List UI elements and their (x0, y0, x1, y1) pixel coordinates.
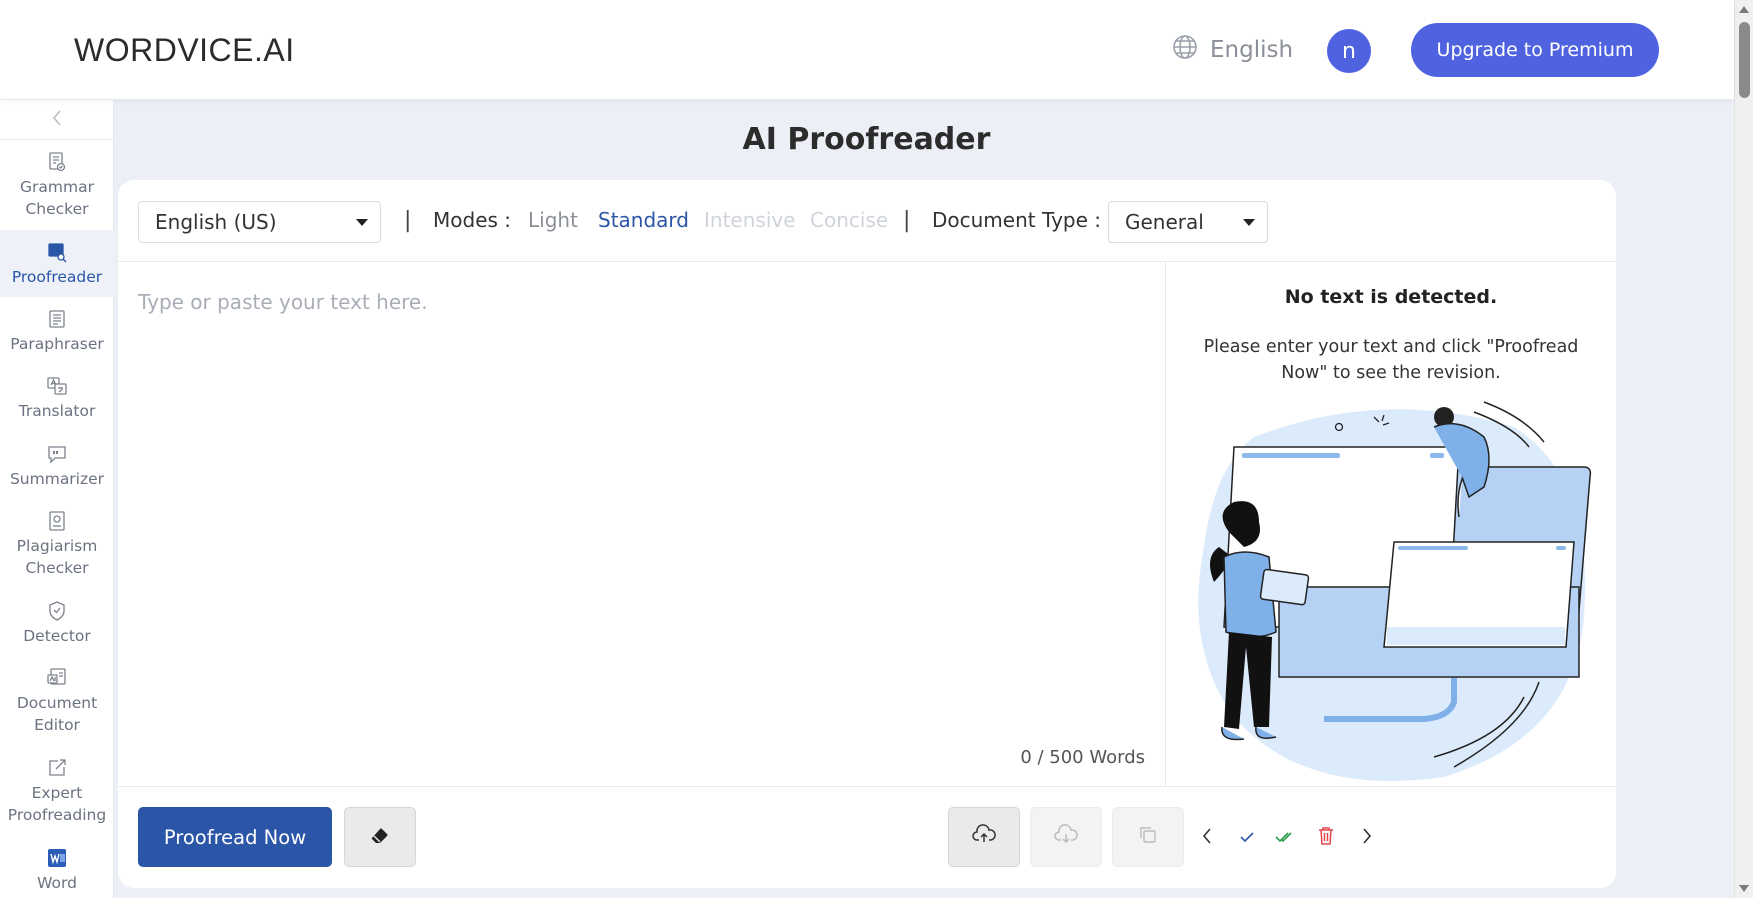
mode-intensive: Intensive (704, 208, 796, 232)
sidebar-collapse-button[interactable] (0, 100, 113, 140)
sidebar-item-translator[interactable]: Translator (0, 364, 114, 432)
proofread-now-button[interactable]: Proofread Now (138, 807, 332, 867)
bottom-action-bar: Proofread Now (118, 786, 1616, 888)
sidebar-item-label: Document (16, 694, 98, 712)
no-text-description: Please enter your text and click "Proofr… (1203, 337, 1579, 383)
paraphraser-icon (45, 307, 69, 331)
document-type-select-value: General (1125, 210, 1204, 234)
detector-icon (45, 599, 69, 623)
sidebar-item-paraphraser[interactable]: Paraphraser (0, 297, 114, 364)
download-file-button (1030, 807, 1102, 867)
mode-light[interactable]: Light (528, 208, 578, 232)
eraser-icon (370, 826, 390, 848)
sidebar: Grammar Checker Proofreader Paraphraser … (0, 100, 114, 898)
translator-icon (45, 374, 69, 398)
options-toolbar: English (US) | Modes : Light Standard In… (118, 180, 1616, 262)
summarizer-icon (45, 442, 69, 466)
revision-panel: No text is detected. Please enter your t… (1166, 262, 1616, 786)
proofreader-icon (45, 240, 69, 264)
trash-icon (1317, 826, 1335, 850)
modes-label: Modes : (433, 208, 512, 232)
language-select-value: English (US) (155, 210, 277, 234)
globe-icon (1172, 34, 1198, 66)
text-input-area[interactable]: Type or paste your text here. 0 / 500 Wo… (118, 262, 1166, 786)
empty-state-illustration (1184, 397, 1594, 786)
sidebar-item-label: Grammar (20, 178, 94, 196)
sidebar-item-label: Paraphraser (10, 335, 104, 353)
sidebar-item-label: Plagiarism (16, 537, 98, 555)
mode-standard[interactable]: Standard (598, 208, 689, 232)
language-switcher[interactable]: English (1172, 34, 1293, 66)
caret-down-icon (1243, 219, 1255, 226)
scroll-up-arrow-icon[interactable] (1739, 6, 1749, 13)
no-text-title: No text is detected. (1284, 286, 1498, 308)
sidebar-item-label: Proofreading (7, 806, 107, 824)
upload-file-button[interactable] (948, 807, 1020, 867)
user-avatar[interactable]: n (1327, 29, 1371, 73)
sidebar-item-word[interactable]: Word (0, 836, 114, 896)
cloud-download-icon (1054, 824, 1078, 850)
sidebar-item-detector[interactable]: Detector (0, 589, 114, 656)
proofreader-card: English (US) | Modes : Light Standard In… (118, 180, 1616, 888)
cloud-upload-icon (972, 824, 996, 850)
sidebar-item-plagiarism-checker[interactable]: Plagiarism Checker (0, 499, 114, 589)
caret-down-icon (356, 219, 368, 226)
check-icon (1239, 829, 1255, 848)
scroll-thumb[interactable] (1739, 22, 1750, 98)
previous-suggestion-button[interactable] (1196, 827, 1218, 849)
external-link-icon (45, 756, 69, 780)
document-editor-icon (45, 666, 69, 690)
page-scrollbar[interactable] (1734, 0, 1753, 898)
main-content: AI Proofreader English (US) | Modes : Li… (114, 100, 1734, 898)
sidebar-item-label: Summarizer (9, 470, 105, 488)
chevron-right-icon (1361, 827, 1373, 849)
sidebar-item-label: Checker (25, 559, 89, 577)
sidebar-item-label: Word (37, 874, 77, 892)
wordvice-logo[interactable]: WORDVICE.AI (74, 32, 295, 69)
reject-suggestion-button[interactable] (1315, 827, 1337, 849)
word-count: 0 / 500 Words (1020, 747, 1145, 768)
document-type-label: Document Type : (932, 208, 1102, 232)
sidebar-item-label: Proofreader (11, 268, 103, 286)
next-suggestion-button[interactable] (1356, 827, 1378, 849)
sidebar-item-label: Detector (23, 627, 91, 645)
copy-icon (1138, 825, 1158, 849)
sidebar-item-label: Checker (25, 200, 89, 218)
top-header: WORDVICE.AI English n Upgrade to Premium (0, 0, 1734, 100)
sidebar-item-label: Expert (31, 784, 83, 802)
chevron-left-icon (51, 109, 63, 131)
sidebar-item-document-editor[interactable]: Document Editor (0, 656, 114, 746)
document-type-select[interactable]: General (1108, 201, 1268, 243)
sidebar-item-summarizer[interactable]: Summarizer (0, 432, 114, 499)
mode-concise: Concise (810, 208, 889, 232)
plagiarism-icon (45, 509, 69, 533)
language-select[interactable]: English (US) (138, 201, 381, 243)
sidebar-item-label: Translator (18, 402, 96, 420)
separator: | (903, 208, 911, 233)
accept-all-suggestions-button[interactable] (1275, 827, 1297, 849)
language-label: English (1210, 37, 1294, 63)
word-icon (45, 846, 69, 870)
accept-suggestion-button[interactable] (1236, 827, 1258, 849)
sidebar-item-grammar-checker[interactable]: Grammar Checker (0, 140, 114, 230)
sidebar-item-expert-proofreading[interactable]: Expert Proofreading (0, 746, 114, 836)
chevron-left-icon (1201, 827, 1213, 849)
grammar-check-icon (45, 150, 69, 174)
page-title: AI Proofreader (742, 122, 991, 157)
separator: | (404, 208, 412, 233)
clear-text-button[interactable] (344, 807, 416, 867)
copy-text-button (1112, 807, 1184, 867)
sidebar-item-proofreader[interactable]: Proofreader (0, 230, 114, 297)
scroll-down-arrow-icon[interactable] (1739, 885, 1749, 892)
text-input-placeholder: Type or paste your text here. (138, 290, 428, 314)
double-check-icon (1275, 829, 1297, 848)
upgrade-to-premium-button[interactable]: Upgrade to Premium (1411, 23, 1659, 77)
sidebar-item-label: Editor (34, 716, 80, 734)
